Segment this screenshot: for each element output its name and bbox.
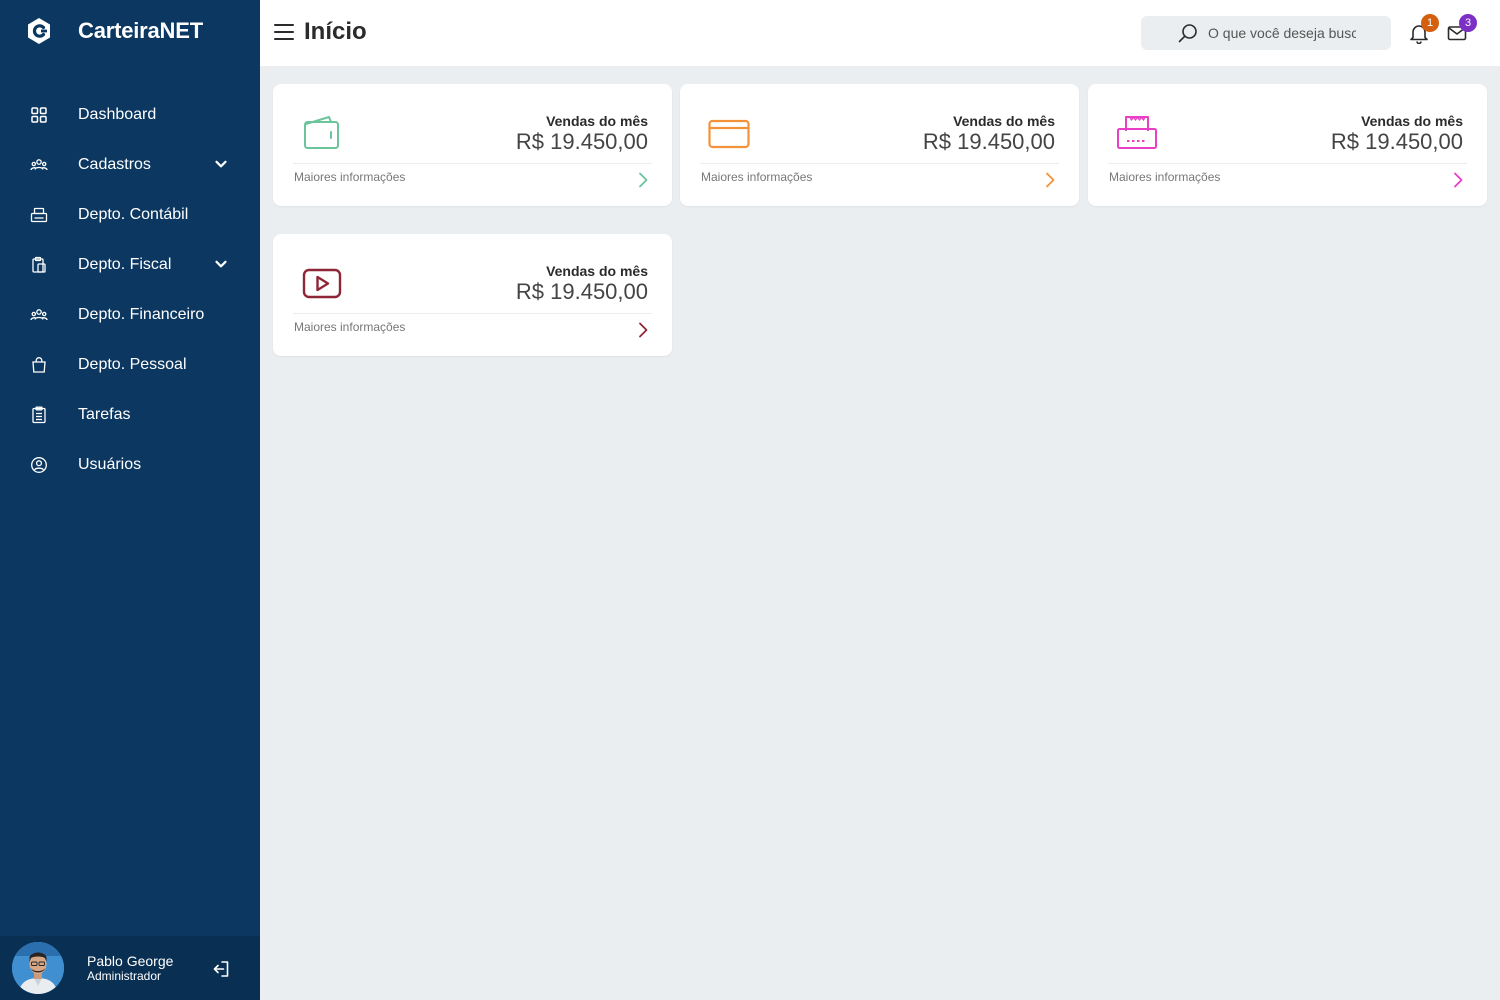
card-value: R$ 19.450,00	[515, 279, 648, 304]
sidebar-item-usuarios[interactable]: Usuários	[0, 440, 260, 490]
page-title: Início	[304, 18, 367, 45]
user-role: Administrador	[87, 969, 162, 983]
sidebar-item-depto-financeiro[interactable]: Depto. Financeiro	[0, 290, 260, 340]
chevron-down-icon[interactable]	[214, 157, 228, 171]
avatar[interactable]	[12, 942, 64, 994]
chevron-right-icon[interactable]	[1043, 171, 1057, 189]
chevron-down-icon[interactable]	[214, 257, 228, 271]
chevron-right-icon[interactable]	[636, 321, 650, 339]
sidebar-item-tarefas[interactable]: Tarefas	[0, 390, 260, 440]
card-value: R$ 19.450,00	[922, 129, 1055, 154]
card-value: R$ 19.450,00	[1330, 129, 1463, 154]
user-bar: Pablo George Administrador	[0, 936, 260, 1000]
sidebar-item-cadastros[interactable]: Cadastros	[0, 140, 260, 190]
card-divider	[700, 163, 1059, 164]
card-value: R$ 19.450,00	[515, 129, 648, 154]
card-title: Vendas do mês	[953, 113, 1055, 129]
sidebar-item-label: Depto. Financeiro	[78, 306, 205, 323]
sidebar-item-label: Cadastros	[78, 156, 151, 173]
printer-icon	[30, 206, 48, 224]
wallet-icon	[301, 112, 343, 154]
card-title: Vendas do mês	[1361, 113, 1463, 129]
users-group-icon	[30, 156, 48, 174]
sidebar-nav: Dashboard Cadastros Depto. Contábil Dept…	[0, 90, 260, 490]
checklist-icon	[30, 406, 48, 424]
credit-card-icon	[708, 112, 750, 154]
card-divider	[293, 163, 652, 164]
more-info-link[interactable]: Maiores informações	[1109, 170, 1220, 184]
sidebar-item-dashboard[interactable]: Dashboard	[0, 90, 260, 140]
sidebar-item-depto-contabil[interactable]: Depto. Contábil	[0, 190, 260, 240]
more-info-link[interactable]: Maiores informações	[701, 170, 812, 184]
sidebar-item-label: Depto. Pessoal	[78, 356, 187, 373]
sidebar-item-label: Depto. Fiscal	[78, 256, 172, 273]
card-title: Vendas do mês	[546, 263, 648, 279]
chevron-right-icon[interactable]	[636, 171, 650, 189]
sales-card[interactable]: Vendas do mês R$ 19.450,00 Maiores infor…	[273, 84, 672, 206]
search-input[interactable]	[1208, 23, 1356, 43]
sales-card[interactable]: Vendas do mês R$ 19.450,00 Maiores infor…	[1088, 84, 1487, 206]
top-header: Início 1 3	[260, 0, 1500, 66]
brand[interactable]: CarteiraNET	[26, 16, 203, 46]
sidebar: CarteiraNET Dashboard Cadastros Depto. C…	[0, 0, 260, 1000]
carteiranet-logo-icon	[26, 17, 52, 45]
hamburger-menu-icon[interactable]	[274, 23, 294, 41]
messages-badge: 3	[1459, 14, 1477, 32]
sidebar-item-depto-pessoal[interactable]: Depto. Pessoal	[0, 340, 260, 390]
sidebar-item-label: Dashboard	[78, 106, 157, 123]
card-title: Vendas do mês	[546, 113, 648, 129]
users-group-icon	[30, 306, 48, 324]
card-divider	[293, 313, 652, 314]
card-divider	[1108, 163, 1467, 164]
sidebar-item-label: Usuários	[78, 456, 142, 473]
search-icon[interactable]	[1177, 22, 1199, 44]
video-play-icon	[301, 262, 343, 304]
brand-name: CarteiraNET	[78, 18, 203, 43]
more-info-link[interactable]: Maiores informações	[294, 320, 405, 334]
search-box[interactable]	[1141, 16, 1391, 50]
printer-icon	[1116, 112, 1158, 154]
sidebar-item-label: Depto. Contábil	[78, 206, 189, 223]
clipboard-copy-icon	[30, 256, 48, 274]
sidebar-item-label: Tarefas	[78, 406, 131, 423]
notifications-badge: 1	[1421, 14, 1439, 32]
grid-icon	[30, 106, 48, 124]
sidebar-item-depto-fiscal[interactable]: Depto. Fiscal	[0, 240, 260, 290]
chevron-right-icon[interactable]	[1451, 171, 1465, 189]
user-info: Pablo George Administrador	[87, 953, 173, 983]
more-info-link[interactable]: Maiores informações	[294, 170, 405, 184]
sales-card[interactable]: Vendas do mês R$ 19.450,00 Maiores infor…	[680, 84, 1079, 206]
user-name: Pablo George	[87, 953, 174, 969]
shopping-bag-icon	[30, 356, 48, 374]
user-circle-icon	[30, 456, 48, 474]
logout-icon[interactable]	[211, 959, 231, 979]
sales-card[interactable]: Vendas do mês R$ 19.450,00 Maiores infor…	[273, 234, 672, 356]
